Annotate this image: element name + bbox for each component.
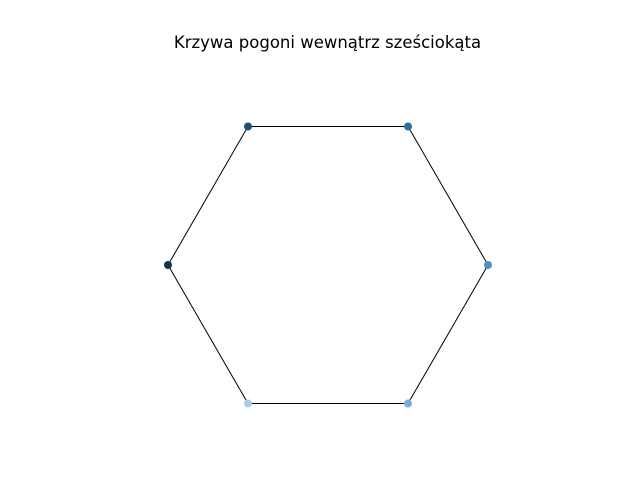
- plot-area: [164, 122, 492, 408]
- scatter-point-2: [404, 122, 412, 131]
- scatter-point-1: [484, 261, 492, 269]
- scatter-point-6: [404, 399, 412, 408]
- scatter-point-3: [244, 122, 252, 131]
- scatter-point-4: [164, 261, 172, 269]
- scatter-point-5: [244, 399, 252, 408]
- hexagon-outline-layer: [167, 125, 489, 405]
- vertex-points-layer: [164, 122, 492, 408]
- hexagon-outline: [167, 125, 489, 405]
